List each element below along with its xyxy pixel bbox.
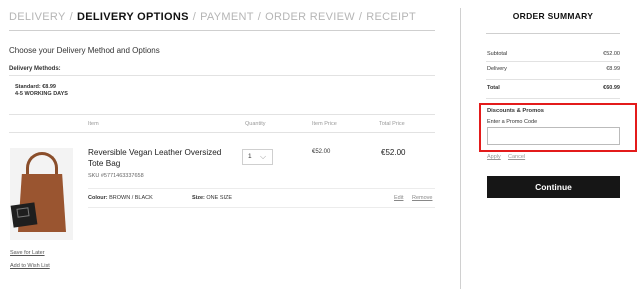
summary-subtotal: Subtotal €52.00 (487, 51, 620, 57)
column-header-total-price: Total Price (379, 121, 405, 127)
delivery-option-standard[interactable]: Standard: €8.99 4-5 WORKING DAYS (15, 84, 68, 98)
bag-pouch-clip-shape (16, 207, 30, 218)
step-separator: / (192, 11, 197, 23)
step-receipt: RECEIPT (366, 11, 417, 23)
order-summary-title: ORDER SUMMARY (512, 11, 594, 21)
summary-delivery: Delivery €8.99 (487, 66, 620, 72)
step-delivery[interactable]: DELIVERY (9, 11, 66, 23)
colour-label: Colour: (88, 195, 108, 201)
promo-code-input[interactable] (487, 127, 620, 145)
chevron-down-icon: ⌵ (260, 152, 267, 161)
divider (486, 33, 620, 34)
divider (9, 114, 435, 115)
column-divider (460, 8, 461, 289)
continue-button[interactable]: Continue (487, 176, 620, 198)
divider (486, 79, 620, 80)
quantity-value: 1 (248, 153, 252, 160)
divider (486, 98, 620, 99)
delivery-option-eta: 4-5 WORKING DAYS (15, 91, 68, 97)
divider (486, 61, 620, 62)
divider (9, 30, 435, 31)
subtotal-value: €52.00 (603, 51, 620, 57)
divider (9, 75, 435, 76)
product-image[interactable] (10, 148, 73, 240)
promo-code-label: Enter a Promo Code (487, 119, 538, 125)
quantity-select[interactable]: 1 ⌵ (242, 149, 273, 165)
column-header-quantity: Quantity (245, 121, 266, 127)
size-value: ONE SIZE (206, 195, 233, 201)
item-price: €52.00 (312, 149, 331, 155)
step-order-review: ORDER REVIEW (265, 11, 355, 23)
apply-promo-link[interactable]: Apply (487, 154, 501, 160)
product-size: Size: ONE SIZE (192, 195, 232, 201)
edit-link[interactable]: Edit (394, 195, 403, 201)
page-heading: Choose your Delivery Method and Options (9, 46, 160, 55)
add-to-wish-list-link[interactable]: Add to Wish List (10, 263, 50, 269)
subtotal-label: Subtotal (487, 51, 508, 57)
delivery-methods-label: Delivery Methods: (9, 66, 61, 72)
step-separator: / (69, 11, 73, 23)
delivery-label: Delivery (487, 66, 507, 72)
remove-link[interactable]: Remove (412, 195, 432, 201)
product-sku: SKU #5771463337658 (88, 173, 144, 179)
size-label: Size: (192, 195, 205, 201)
promo-title: Discounts & Promos (487, 108, 545, 114)
divider (88, 207, 435, 208)
checkout-steps: DELIVERY / DELIVERY OPTIONS / PAYMENT / ORDER … (9, 11, 416, 23)
delivery-value: €8.99 (606, 66, 620, 72)
total-price: €52.00 (381, 148, 406, 157)
step-separator: / (257, 11, 262, 23)
product-name[interactable]: Reversible Vegan Leather Oversized Tote … (88, 148, 228, 169)
step-delivery-options: DELIVERY OPTIONS (76, 11, 189, 23)
cancel-promo-link[interactable]: Cancel (508, 154, 525, 160)
total-value: €60.99 (603, 85, 620, 91)
divider (9, 132, 435, 133)
colour-value: BROWN / BLACK (109, 195, 153, 201)
delivery-option-price: Standard: €8.99 (15, 84, 56, 90)
step-separator: / (358, 11, 363, 23)
divider (88, 188, 435, 189)
product-colour: Colour: BROWN / BLACK (88, 195, 153, 201)
summary-total: Total €60.99 (487, 85, 620, 91)
total-label: Total (487, 85, 500, 91)
column-header-item: Item (88, 121, 99, 127)
save-for-later-link[interactable]: Save for Later (10, 250, 45, 256)
column-header-item-price: Item Price (312, 121, 337, 127)
step-payment: PAYMENT (200, 11, 254, 23)
